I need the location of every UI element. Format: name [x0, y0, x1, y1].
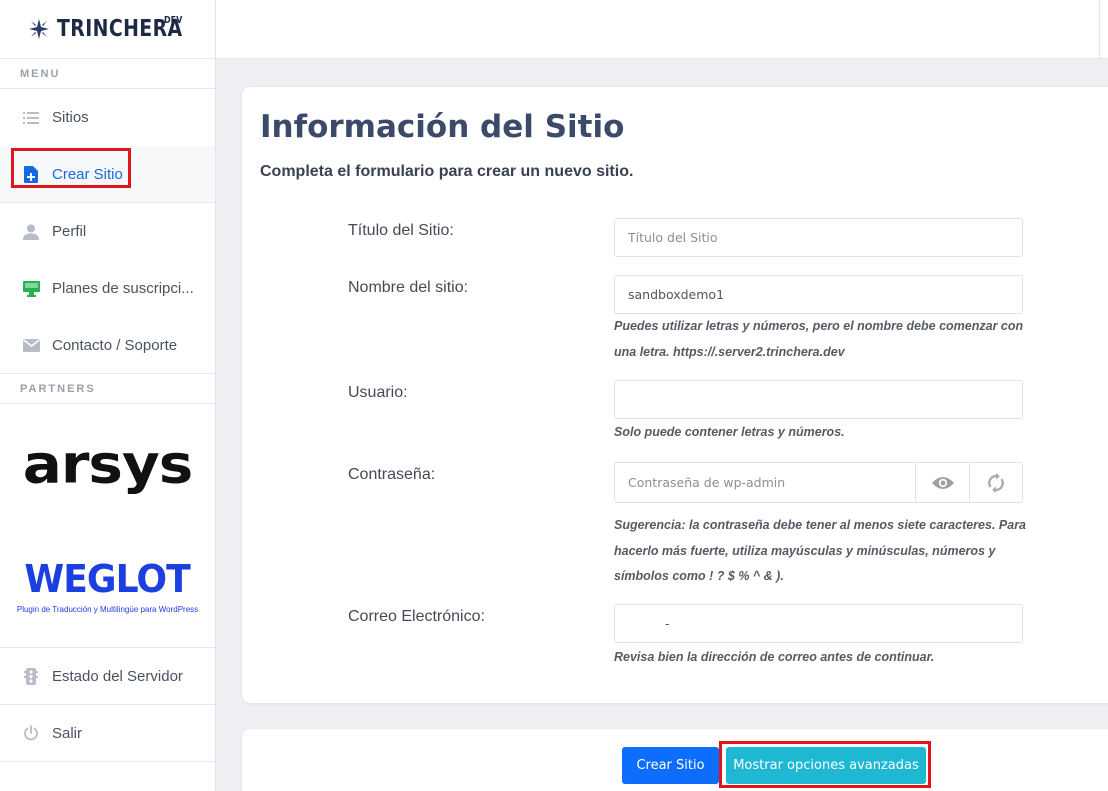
sidebar-item-salir[interactable]: Salir: [0, 705, 215, 762]
arsys-partner-logo[interactable]: arsys: [0, 404, 215, 524]
user-label: Usuario:: [348, 384, 408, 401]
weglot-logo-text: WEGLOT: [24, 557, 191, 601]
sidebar-item-crear-sitio[interactable]: Crear Sitio: [0, 146, 215, 203]
top-bar: [216, 0, 1108, 59]
email-help: Revisa bien la dirección de correo antes…: [614, 650, 935, 664]
user-help: Solo puede contener letras y números.: [614, 425, 845, 439]
sidebar: TRINCHERA DEV MENU Sitios Crear Sitio Pe…: [0, 0, 216, 791]
sidebar-item-perfil[interactable]: Perfil: [0, 203, 215, 260]
show-password-button[interactable]: [915, 463, 969, 502]
weglot-tagline: Plugin de Traducción y Multilingüe para …: [16, 605, 199, 614]
page-title: Información del Sitio: [260, 109, 625, 145]
site-name-help: Puedes utilizar letras y números, pero e…: [614, 319, 1024, 359]
sidebar-item-estado-servidor[interactable]: Estado del Servidor: [0, 648, 215, 705]
user-input[interactable]: [614, 380, 1023, 419]
sidebar-item-planes[interactable]: Planes de suscripci...: [0, 260, 215, 317]
actions-card: Crear Sitio Mostrar opciones avanzadas: [242, 729, 1108, 791]
weglot-partner-logo[interactable]: WEGLOT Plugin de Traducción y Multilingü…: [0, 524, 215, 648]
site-name-input[interactable]: [614, 275, 1023, 314]
arsys-logo-text: arsys: [22, 432, 194, 496]
mail-icon: [22, 336, 40, 354]
brand-logo[interactable]: TRINCHERA DEV: [0, 0, 215, 59]
sidebar-item-label: Perfil: [52, 223, 87, 240]
site-title-label: Título del Sitio:: [348, 222, 454, 239]
password-input[interactable]: [615, 463, 915, 502]
sidebar-item-label: Crear Sitio: [52, 165, 123, 183]
trinchera-logo-icon: [29, 19, 49, 39]
sidebar-item-label: Salir: [52, 724, 83, 742]
file-add-icon: [22, 165, 40, 183]
sidebar-item-label: Planes de suscripci...: [52, 280, 194, 297]
password-label: Contraseña:: [348, 466, 436, 483]
monitor-icon: [22, 280, 40, 298]
create-site-button[interactable]: Crear Sitio: [622, 747, 719, 784]
sidebar-item-sitios[interactable]: Sitios: [0, 89, 215, 146]
site-info-card: Información del Sitio Completa el formul…: [242, 87, 1108, 703]
partners-section-label: PARTNERS: [0, 374, 215, 404]
power-icon: [22, 724, 40, 742]
email-label: Correo Electrónico:: [348, 608, 485, 625]
refresh-icon: [988, 472, 1004, 493]
generate-password-button[interactable]: [969, 463, 1022, 502]
topbar-divider: [1099, 0, 1100, 59]
traffic-light-icon: [22, 667, 40, 685]
password-help: Sugerencia: la contraseña debe tener al …: [614, 518, 1027, 583]
eye-icon: [931, 476, 954, 489]
user-icon: [22, 223, 40, 241]
site-title-input[interactable]: [614, 218, 1023, 257]
site-name-label: Nombre del sitio:: [348, 279, 469, 296]
sidebar-item-label: Estado del Servidor: [52, 667, 183, 685]
sidebar-item-contacto[interactable]: Contacto / Soporte: [0, 317, 215, 374]
show-advanced-options-button[interactable]: Mostrar opciones avanzadas: [726, 747, 926, 784]
email-input[interactable]: [614, 604, 1023, 643]
password-input-group: [614, 462, 1023, 503]
page-subtitle: Completa el formulario para crear un nue…: [260, 163, 634, 180]
sidebar-item-label: Sitios: [52, 109, 89, 126]
sidebar-item-label: Contacto / Soporte: [52, 336, 178, 354]
menu-section-label: MENU: [0, 59, 215, 89]
brand-suffix: DEV: [164, 15, 183, 26]
list-icon: [22, 109, 40, 127]
